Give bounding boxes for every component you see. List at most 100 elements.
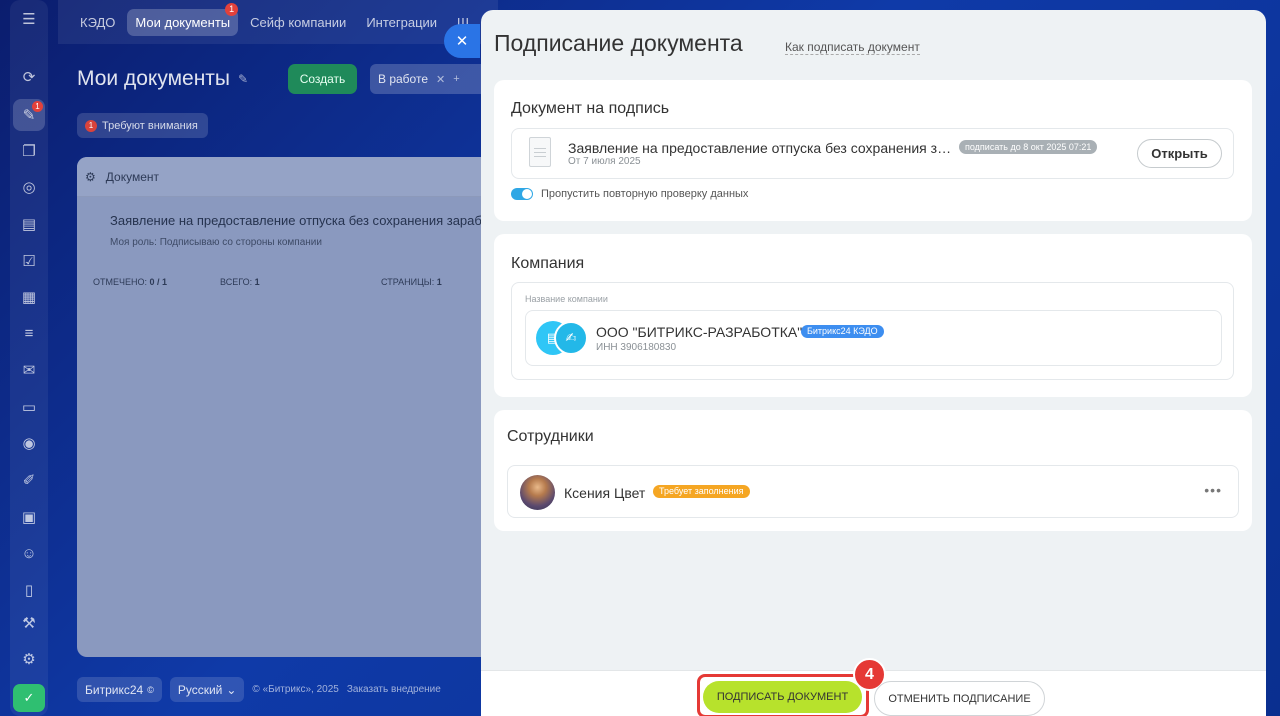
employee-item: Ксения Цвет Требует заполнения ••• [507,465,1239,518]
skip-check-label: Пропустить повторную проверку данных [541,188,749,200]
company-inn: ИНН 3906180830 [596,342,677,353]
documents-grid: ⚙ Документ Заявление на предоставление о… [77,157,497,657]
close-slider-button[interactable]: ✕ [444,24,480,58]
tasks-icon[interactable]: ☑ [10,246,48,276]
grid-header: ⚙ Документ [77,157,497,197]
chat-icon[interactable]: ❐ [10,136,48,166]
order-link[interactable]: Заказать внедрение [347,684,441,695]
tools-icon[interactable]: ⚒ [10,608,48,638]
rail-badge: 1 [32,101,43,112]
foot-total-value: 1 [254,277,260,287]
filter-chip[interactable]: В работе ✕ + [378,72,460,86]
create-button[interactable]: Создать [288,64,357,94]
employee-status-badge: Требует заполнения [653,485,750,498]
company-box: Название компании ▤ ✍ ООО "БИТРИКС-РАЗРА… [511,282,1234,380]
pin-icon[interactable]: ✎ [238,72,248,86]
foot-pages: СТРАНИЦЫ: 1 [381,277,442,287]
language-label: Русский [177,682,223,697]
table-row[interactable]: Заявление на предоставление отпуска без … [77,197,497,248]
foot-pages-label: СТРАНИЦЫ: [381,277,435,287]
document-date: От 7 июля 2025 [568,156,641,167]
slider-title: Подписание документа [494,30,743,56]
card-icon[interactable]: ▭ [10,392,48,422]
nav-my-documents[interactable]: Мои документы 1 [127,2,239,36]
filter-plus[interactable]: + [453,73,459,85]
notes-icon[interactable]: ▤ [10,209,48,239]
attention-label: Требуют внимания [102,119,198,132]
document-item: Заявление на предоставление отпуска без … [511,128,1234,179]
attention-filter[interactable]: 1 Требуют внимания [77,113,208,138]
document-name: Заявление на предоставление отпуска без … [568,140,952,156]
mail-icon[interactable]: ✉ [10,355,48,385]
calendar-icon[interactable]: ◎ [10,172,48,202]
employee-name: Ксения Цвет [564,485,646,501]
signature-icon: ✍ [554,321,588,355]
action-bar: ПОДПИСАТЬ ДОКУМЕНТ 4 ОТМЕНИТЬ ПОДПИСАНИЕ [481,658,1266,716]
schedule-icon[interactable]: ▦ [10,282,48,312]
skip-check-toggle[interactable] [511,188,533,200]
sign-document-slider: Подписание документа Как подписать докум… [481,10,1266,716]
target-icon[interactable]: ◉ [10,428,48,458]
brand-label: Битрикс24 [85,682,144,697]
nav-kedo[interactable]: КЭДО [72,9,123,36]
filter-search[interactable]: В работе ✕ + [370,64,490,94]
open-button[interactable]: Открыть [1137,139,1222,168]
nav-company-safe[interactable]: Сейф компании [242,9,354,36]
gear-icon[interactable]: ⚙ [85,170,96,184]
nav-my-documents-label: Мои документы [135,14,231,30]
company-item[interactable]: ▤ ✍ ООО "БИТРИКС-РАЗРАБОТКА" Битрикс24 К… [525,310,1222,366]
company-name: ООО "БИТРИКС-РАЗРАБОТКА" [596,324,803,340]
language-select[interactable]: Русский ⌄ [169,677,245,702]
pen-icon[interactable]: ✐ [10,465,48,495]
close-icon[interactable]: ✕ [436,73,445,86]
company-section-title: Компания [511,255,585,272]
filter-chip-label: В работе [378,72,429,86]
left-rail: ☰ ⟳ ✎ 1 ❐ ◎ ▤ ☑ ▦ ≡ ✉ ▭ ◉ ✐ ▣ ☺ ▯ ⚒ ⚙ ✓ [10,0,48,716]
page-title: Мои документы ✎ [77,67,248,91]
nav-badge: 1 [225,2,239,16]
users-icon[interactable]: ☺ [10,538,48,568]
grid-footer: ОТМЕЧЕНО: 0 / 1 ВСЕГО: 1 СТРАНИЦЫ: 1 [93,277,497,287]
employees-card: Сотрудники Ксения Цвет Требует заполнени… [494,410,1252,531]
grid-column-document[interactable]: Документ [106,170,159,184]
foot-marked: ОТМЕЧЕНО: 0 / 1 [93,277,220,287]
document-card: Документ на подпись Заявление на предост… [494,80,1252,221]
page-footer: Битрикс24 © Русский ⌄ © «Битрикс», 2025 За… [77,677,441,702]
brand-mark: © [147,684,154,695]
attention-count: 1 [85,119,97,132]
foot-marked-value: 0 / 1 [149,277,168,287]
chevron-down-icon: ⌄ [226,682,237,697]
filter-icon[interactable]: ≡ [10,318,48,348]
sign-document-button[interactable]: ПОДПИСАТЬ ДОКУМЕНТ [703,681,862,713]
brand-button[interactable]: Битрикс24 © [77,677,162,702]
company-caption: Название компании [525,294,608,304]
document-section-title: Документ на подпись [511,100,670,117]
document-icon [529,137,551,167]
help-link[interactable]: Как подписать документ [785,40,920,55]
company-tag: Битрикс24 КЭДО [801,325,884,338]
company-card: Компания Название компании ▤ ✍ ООО "БИТР… [494,234,1252,397]
foot-total-label: ВСЕГО: [220,277,253,287]
avatar [520,475,555,510]
row-document-name[interactable]: Заявление на предоставление отпуска без … [110,213,497,228]
settings-icon[interactable]: ⚙ [10,644,48,674]
monitor-icon[interactable]: ▣ [10,502,48,532]
top-nav: КЭДО Мои документы 1 Сейф компании Интегр… [58,0,498,44]
deadline-badge: подписать до 8 окт 2025 07:21 [959,140,1098,154]
row-role: Моя роль: Подписываю со стороны компании [110,237,322,248]
foot-total: ВСЕГО: 1 [220,277,381,287]
close-icon: ✕ [455,33,469,50]
help-icon[interactable]: ✓ [13,684,45,712]
documents-icon[interactable]: ✎ 1 [13,99,45,131]
page-title-text: Мои документы [77,67,231,90]
copyright: © «Битрикс», 2025 [252,684,339,695]
employees-section-title: Сотрудники [507,428,594,445]
cancel-signing-button[interactable]: ОТМЕНИТЬ ПОДПИСАНИЕ [874,681,1045,716]
foot-marked-label: ОТМЕЧЕНО: [93,277,147,287]
nav-integrations[interactable]: Интеграции [358,9,445,36]
file-icon[interactable]: ▯ [10,575,48,605]
more-icon[interactable]: ••• [1204,482,1222,498]
menu-icon[interactable]: ☰ [10,4,48,34]
refresh-icon[interactable]: ⟳ [10,62,48,92]
skip-check-toggle-row: Пропустить повторную проверку данных [511,188,748,200]
